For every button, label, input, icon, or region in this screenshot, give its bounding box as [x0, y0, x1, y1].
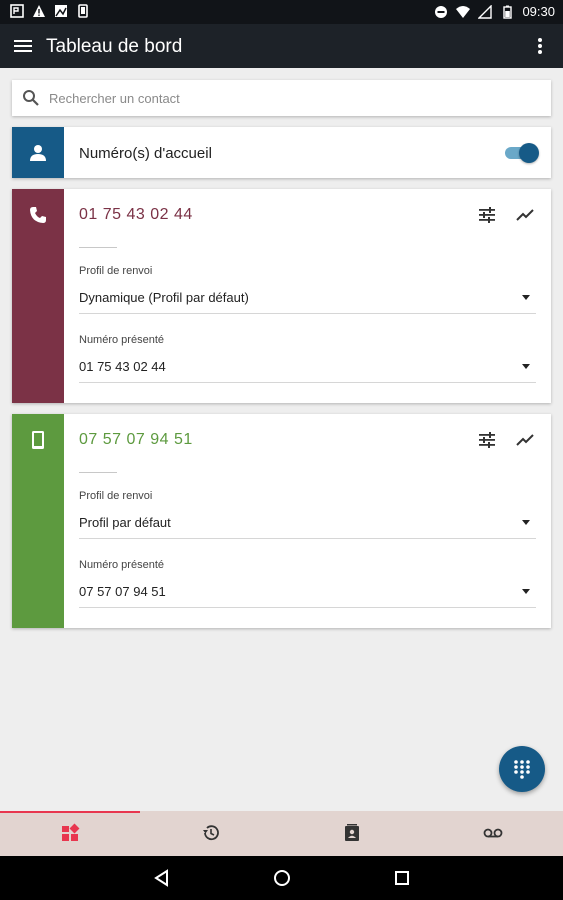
system-nav-bar [0, 856, 563, 900]
profil-select[interactable]: Dynamique (Profil par défaut) [79, 284, 536, 314]
tab-contacts[interactable] [282, 811, 422, 856]
profil-value: Dynamique (Profil par défaut) [79, 290, 249, 305]
app-notification-icon [10, 4, 24, 18]
image-icon [55, 5, 67, 17]
line-card-1: 01 75 43 02 44 Profil de renvoi Dynamiqu… [12, 189, 551, 403]
home-icon[interactable] [272, 868, 292, 888]
phone-icon [30, 207, 46, 223]
line-strip-2 [12, 414, 64, 628]
presente-value: 01 75 43 02 44 [79, 359, 166, 374]
search-icon [23, 90, 39, 106]
presente-select[interactable]: 07 57 07 94 51 [79, 578, 536, 608]
toggle-thumb [519, 143, 539, 163]
trending-icon[interactable] [515, 205, 535, 225]
signal-icon [478, 5, 493, 19]
voicemail-icon [483, 828, 503, 838]
battery-icon [503, 5, 513, 19]
presente-label: Numéro présenté [79, 334, 164, 346]
trending-icon[interactable] [515, 430, 535, 450]
back-icon[interactable] [152, 868, 172, 888]
tab-history[interactable] [141, 811, 281, 856]
search-placeholder: Rechercher un contact [49, 91, 180, 106]
more-vert-icon[interactable] [529, 35, 551, 57]
profil-label: Profil de renvoi [79, 490, 153, 502]
contacts-icon [345, 824, 359, 841]
profil-select[interactable]: Profil par défaut [79, 509, 536, 539]
tune-icon[interactable] [477, 205, 497, 225]
line-number: 01 75 43 02 44 [79, 206, 193, 223]
phone-icon [78, 4, 88, 18]
warning-icon [33, 5, 45, 17]
do-not-disturb-icon [435, 6, 448, 18]
accueil-label: Numéro(s) d'accueil [79, 145, 212, 162]
smartphone-icon [32, 431, 44, 449]
app-bar: Tableau de bord [0, 24, 563, 68]
dialpad-button[interactable] [499, 746, 545, 792]
accueil-card[interactable]: Numéro(s) d'accueil [12, 127, 551, 178]
presente-label: Numéro présenté [79, 559, 164, 571]
search-input[interactable]: Rechercher un contact [12, 80, 551, 116]
status-time: 09:30 [522, 4, 555, 19]
person-icon [30, 145, 46, 161]
profil-value: Profil par défaut [79, 515, 171, 530]
line-card-2: 07 57 07 94 51 Profil de renvoi Profil p… [12, 414, 551, 628]
line-number: 07 57 07 94 51 [79, 431, 193, 448]
dropdown-arrow-icon [522, 295, 530, 300]
dashboard-icon [62, 823, 80, 841]
accueil-strip [12, 127, 64, 178]
dropdown-arrow-icon [522, 589, 530, 594]
tab-dashboard[interactable] [0, 811, 140, 856]
presente-select[interactable]: 01 75 43 02 44 [79, 353, 536, 383]
tab-voicemail[interactable] [423, 811, 563, 856]
recents-icon[interactable] [392, 868, 412, 888]
accueil-toggle[interactable] [503, 143, 539, 163]
dropdown-arrow-icon [522, 364, 530, 369]
divider [79, 472, 117, 473]
bottom-nav [0, 811, 563, 856]
history-icon [203, 825, 219, 841]
line-strip-1 [12, 189, 64, 403]
status-bar: 09:30 [0, 0, 563, 24]
wifi-icon [456, 6, 471, 18]
dialpad-icon [514, 760, 530, 779]
divider [79, 247, 117, 248]
presente-value: 07 57 07 94 51 [79, 584, 166, 599]
menu-icon[interactable] [12, 35, 34, 57]
dropdown-arrow-icon [522, 520, 530, 525]
profil-label: Profil de renvoi [79, 265, 153, 277]
tune-icon[interactable] [477, 430, 497, 450]
page-title: Tableau de bord [46, 36, 183, 57]
